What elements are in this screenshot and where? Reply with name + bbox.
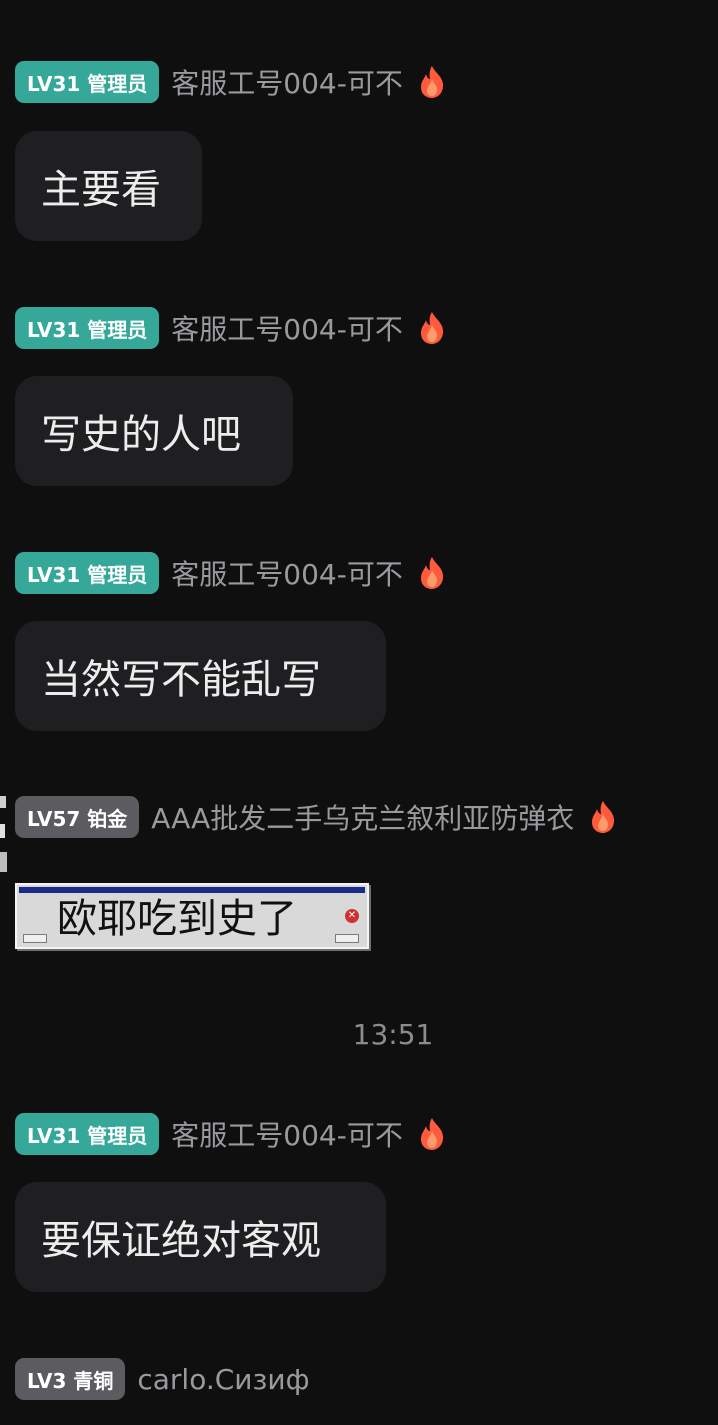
message-bubble[interactable]: 主要看 <box>15 131 202 241</box>
flame-icon <box>420 557 443 589</box>
close-icon: ✕ <box>345 909 359 923</box>
level-badge[interactable]: LV31 管理员 <box>15 61 160 103</box>
message-header: LV31 管理员 客服工号004-可不 <box>15 307 447 349</box>
flame-icon <box>420 66 443 98</box>
sender-nickname[interactable]: carlo.Сизиф <box>137 1363 309 1396</box>
message-bubble[interactable]: 当然写不能乱写 <box>15 621 386 731</box>
sticker-button-decoration <box>335 934 359 943</box>
sticker-titlebar <box>19 887 365 893</box>
message-bubble[interactable]: 写史的人吧 <box>15 376 293 486</box>
sticker-text: 欧耶吃到史了 <box>57 896 297 942</box>
chat-view: LV31 管理员 客服工号004-可不 主要看 LV31 管理员 客服工号004… <box>0 0 718 1425</box>
sender-nickname[interactable]: AAA批发二手乌克兰叙利亚防弹衣 <box>151 797 574 837</box>
sender-nickname[interactable]: 客服工号004-可不 <box>171 62 403 102</box>
message-header: LV31 管理员 客服工号004-可不 <box>15 1113 447 1155</box>
sender-nickname[interactable]: 客服工号004-可不 <box>171 308 403 348</box>
message-header: LV3 青铜 carlo.Сизиф <box>15 1358 310 1400</box>
message-header: LV31 管理员 客服工号004-可不 <box>15 552 447 594</box>
level-badge[interactable]: LV31 管理员 <box>15 552 160 594</box>
level-badge[interactable]: LV3 青铜 <box>15 1358 126 1400</box>
message-bubble[interactable]: 要保证绝对客观 <box>15 1182 386 1292</box>
level-badge[interactable]: LV57 铂金 <box>15 796 140 838</box>
level-badge[interactable]: LV31 管理员 <box>15 1113 160 1155</box>
sticker-message[interactable]: 欧耶吃到史了 ✕ <box>15 883 369 949</box>
flame-icon <box>420 312 443 344</box>
sender-nickname[interactable]: 客服工号004-可不 <box>171 1114 403 1154</box>
message-header: LV57 铂金 AAA批发二手乌克兰叙利亚防弹衣 <box>15 796 618 838</box>
timestamp: 13:51 <box>352 1018 434 1051</box>
sender-nickname[interactable]: 客服工号004-可不 <box>171 553 403 593</box>
flame-icon <box>420 1118 443 1150</box>
message-header: LV31 管理员 客服工号004-可不 <box>15 61 447 103</box>
level-badge[interactable]: LV31 管理员 <box>15 307 160 349</box>
avatar-fragment[interactable] <box>0 786 8 882</box>
sticker-button-decoration <box>23 934 47 943</box>
flame-icon <box>592 801 615 833</box>
